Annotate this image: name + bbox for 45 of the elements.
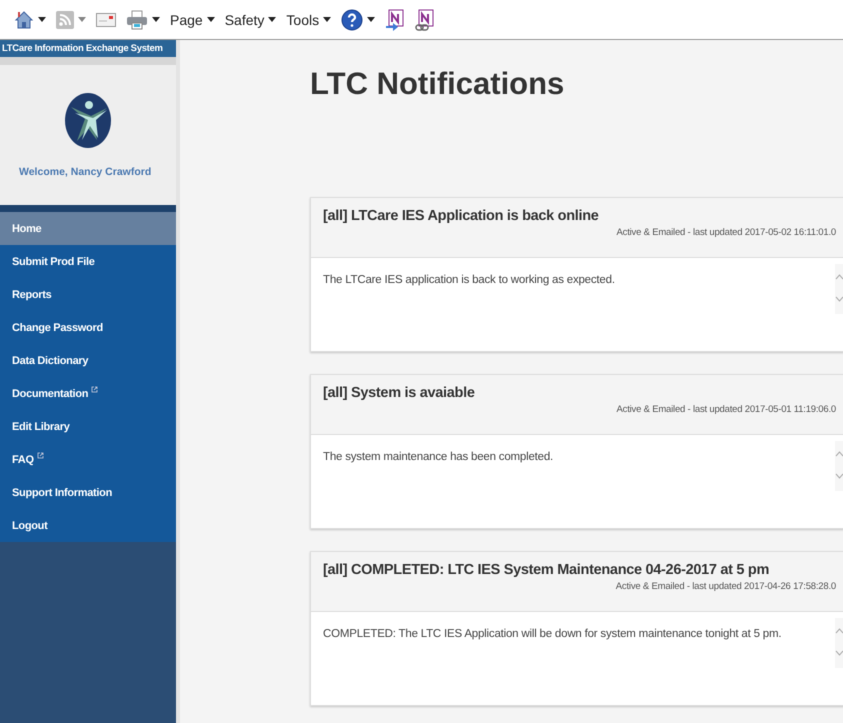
nav-link[interactable]: Data Dictionary [0, 344, 176, 377]
notification-meta: Active & Emailed - last updated 2017-04-26 17:58:28.0 [616, 581, 836, 592]
nav-link[interactable]: Change Password [0, 311, 176, 344]
nav-link[interactable]: Documentation [0, 377, 176, 410]
notification-title: [all] LTCare IES Application is back online [323, 208, 600, 224]
app-title: LTCare Information Exchange System [0, 40, 176, 57]
menu-button[interactable]: Safety [224, 12, 264, 28]
printer-icon [126, 10, 148, 30]
logo-icon [65, 92, 111, 148]
nav-link[interactable]: Support Information [0, 476, 176, 509]
help-icon [341, 8, 364, 30]
nav-link[interactable]: Home [0, 212, 176, 245]
scroll-arrows-icon[interactable] [835, 618, 843, 668]
feed-icon [56, 10, 74, 28]
mail-icon [96, 12, 116, 26]
caret-icon [38, 17, 46, 22]
notification-text: The system maintenance has been completed. [323, 451, 554, 463]
external-link-icon [36, 452, 44, 459]
page-title: LTC Notifications [310, 65, 566, 103]
nav-link[interactable]: Edit Library [0, 410, 176, 443]
notebook-icon [415, 8, 436, 30]
nav-link[interactable]: Logout [0, 509, 176, 542]
caret-icon [152, 17, 160, 22]
menu-button[interactable]: Tools [286, 12, 320, 28]
nav-link[interactable]: FAQ [0, 443, 176, 476]
caret-icon [206, 17, 215, 22]
caret-icon [367, 17, 376, 22]
external-link-icon [91, 386, 98, 393]
notification-meta: Active & Emailed - last updated 2017-05-02 16:11:01.0 [616, 227, 836, 238]
scroll-arrows-icon[interactable] [835, 441, 843, 491]
caret-icon [268, 17, 276, 22]
notification-text: The LTCare IES application is back to working as expected. [323, 274, 615, 286]
notification-title: [all] System is avaiable [323, 385, 476, 401]
notification-title: [all] COMPLETED: LTC IES System Maintenance 04-26-2017 at 5 pm [323, 562, 770, 578]
welcome-text: Welcome, Nancy Crawford [18, 166, 152, 178]
nav-link[interactable]: Reports [0, 278, 176, 311]
notification-text: COMPLETED: The LTC IES Application will be down for system maintenance tonight at 5 pm. [323, 628, 782, 640]
menu-button[interactable]: Page [170, 12, 203, 28]
scroll-arrows-icon[interactable] [835, 264, 843, 314]
nav-link[interactable]: Submit Prod File [0, 245, 176, 278]
caret-icon [323, 17, 332, 22]
home-icon [14, 10, 34, 30]
notification-meta: Active & Emailed - last updated 2017-05-01 11:19:06.0 [616, 404, 836, 415]
notebook-icon [385, 8, 406, 30]
caret-icon [78, 17, 86, 22]
